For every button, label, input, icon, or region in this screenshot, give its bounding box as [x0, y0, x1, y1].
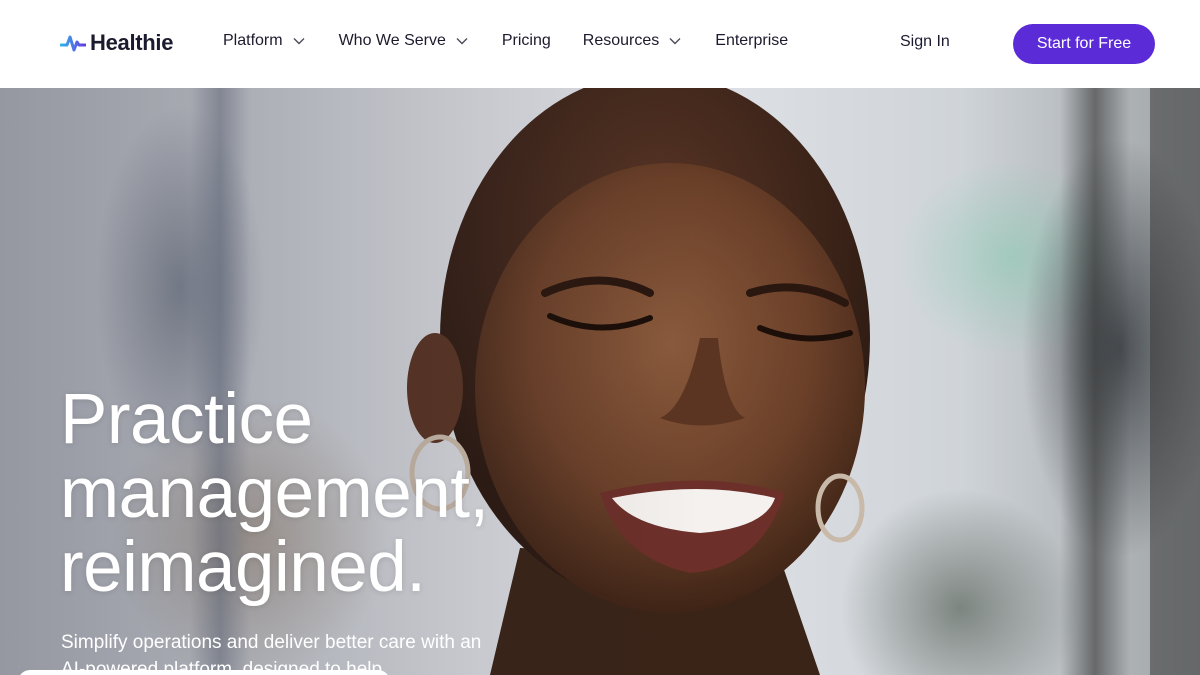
- start-for-free-button[interactable]: Start for Free: [1013, 24, 1155, 64]
- nav-item-platform[interactable]: Platform: [223, 32, 305, 50]
- nav-item-label: Platform: [223, 32, 283, 49]
- logo-text: Healthie: [90, 30, 174, 55]
- chevron-down-icon: [669, 38, 681, 45]
- sign-in-link[interactable]: Sign In: [900, 33, 950, 51]
- chevron-down-icon: [293, 38, 305, 45]
- headline-line: Practice: [60, 380, 313, 459]
- hero-section: Practice management, reimagined. Simplif…: [0, 88, 1200, 675]
- hero-headline: Practice management, reimagined.: [60, 383, 580, 605]
- nav-item-who-we-serve[interactable]: Who We Serve: [339, 32, 468, 50]
- bottom-floating-bar[interactable]: [18, 670, 390, 675]
- nav-item-resources[interactable]: Resources: [583, 32, 681, 50]
- hero-subtext: Simplify operations and deliver better c…: [61, 632, 482, 675]
- nav-item-enterprise[interactable]: Enterprise: [715, 32, 788, 50]
- healthie-logo-icon: [60, 35, 86, 52]
- nav-item-label: Resources: [582, 32, 660, 49]
- site-header: Healthie Platform Who We Serve Pricing R…: [0, 0, 1200, 88]
- background-blur-column: [1060, 88, 1130, 675]
- healthie-logo[interactable]: Healthie: [60, 30, 173, 56]
- nav-item-label: Enterprise: [715, 32, 789, 49]
- main-nav: Platform Who We Serve Pricing Resources …: [223, 32, 788, 50]
- nav-item-label: Who We Serve: [338, 32, 446, 49]
- headline-line: management,: [60, 454, 489, 533]
- nav-item-pricing[interactable]: Pricing: [502, 32, 551, 50]
- headline-line: reimagined.: [60, 528, 426, 607]
- nav-item-label: Pricing: [501, 32, 551, 49]
- background-blur-column: [1150, 88, 1200, 675]
- chevron-down-icon: [456, 38, 468, 45]
